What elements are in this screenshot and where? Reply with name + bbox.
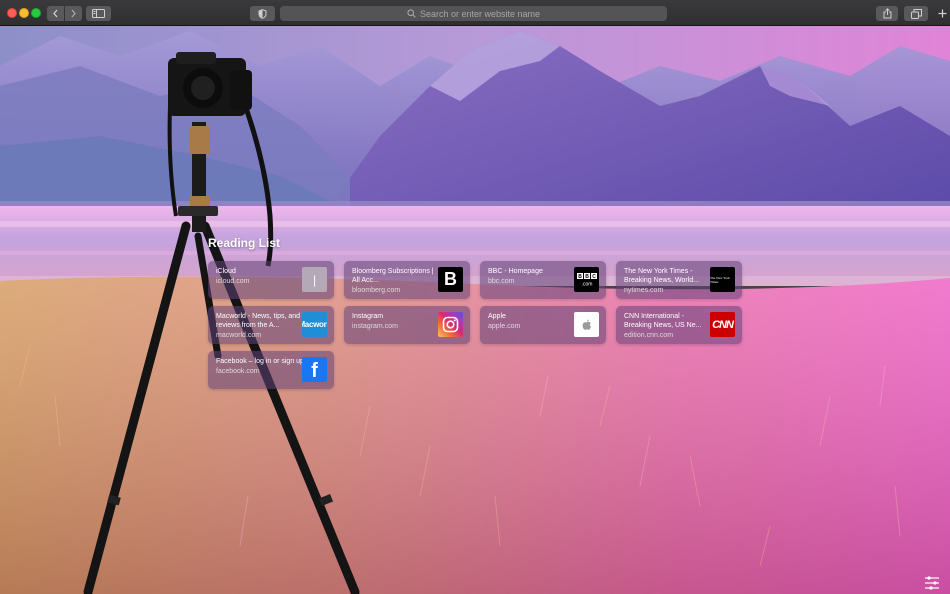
bbc-icon: B B C .com <box>574 267 599 292</box>
item-domain: facebook.com <box>216 368 260 375</box>
customize-start-page-button[interactable] <box>924 576 940 590</box>
item-domain: bbc.com <box>488 278 515 285</box>
reading-list-item[interactable]: Bloomberg Subscriptions | All Acc... blo… <box>344 261 470 299</box>
reading-list-item[interactable]: Facebook – log in or sign up facebook.co… <box>208 351 334 389</box>
reading-list-grid: iCloud icloud.com | Bloomberg Subscripti… <box>208 261 742 389</box>
svg-text:B: B <box>585 274 589 280</box>
tabs-icon <box>910 8 922 19</box>
item-title: Apple <box>488 313 506 320</box>
back-button[interactable] <box>47 6 64 21</box>
share-icon <box>883 8 891 19</box>
cnn-icon: CNN <box>710 312 735 337</box>
search-icon <box>407 9 416 18</box>
svg-text:B: B <box>578 274 582 280</box>
show-all-tabs-button[interactable] <box>904 6 928 21</box>
item-title: Instagram <box>352 313 384 320</box>
zoom-window-button[interactable] <box>31 8 41 18</box>
bloomberg-icon: B <box>438 267 463 292</box>
item-domain: instagram.com <box>352 323 398 330</box>
reading-list-item[interactable]: CNN International - Breaking News, US Ne… <box>616 306 742 344</box>
privacy-report-button[interactable] <box>250 6 275 21</box>
item-domain: nytimes.com <box>624 287 664 294</box>
plus-icon <box>938 9 947 18</box>
chevron-left-icon <box>53 9 58 18</box>
sidebar-toggle-button[interactable] <box>86 6 111 21</box>
new-tab-button[interactable] <box>935 6 950 21</box>
nytimes-icon: The New York Times <box>710 267 735 292</box>
apple-icon <box>574 312 599 337</box>
item-domain: apple.com <box>488 323 521 330</box>
item-title: CNN International - Breaking News, US Ne… <box>624 313 702 329</box>
reading-list-item[interactable]: Macworld - News, tips, and reviews from … <box>208 306 334 344</box>
icloud-icon: | <box>302 267 327 292</box>
shield-icon <box>258 8 267 19</box>
reading-list-item[interactable]: iCloud icloud.com | <box>208 261 334 299</box>
close-window-button[interactable] <box>7 8 17 18</box>
item-title: Facebook – log in or sign up <box>216 358 304 365</box>
item-domain: bloomberg.com <box>352 287 401 294</box>
forward-button[interactable] <box>65 6 82 21</box>
reading-list-item[interactable]: Instagram instagram.com <box>344 306 470 344</box>
item-title: Bloomberg Subscriptions | All Acc... <box>352 268 434 284</box>
address-placeholder: Search or enter website name <box>419 8 541 19</box>
item-domain: macworld.com <box>216 332 262 339</box>
browser-toolbar: Search or enter website name <box>0 0 950 26</box>
chevron-right-icon <box>71 9 76 18</box>
macworld-icon: Macwork <box>302 312 327 337</box>
reading-list-heading: Reading List <box>208 236 281 250</box>
address-bar[interactable]: Search or enter website name <box>280 6 667 21</box>
item-title: Macworld - News, tips, and reviews from … <box>216 313 301 329</box>
item-domain: icloud.com <box>216 278 250 285</box>
minimize-window-button[interactable] <box>19 8 29 18</box>
item-domain: edition.cnn.com <box>624 332 674 339</box>
sidebar-icon <box>92 9 105 18</box>
settings-sliders-icon <box>925 576 939 590</box>
svg-text:C: C <box>592 274 596 280</box>
reading-list-item[interactable]: BBC - Homepage bbc.com B B C .com <box>480 261 606 299</box>
item-title: The New York Times - Breaking News, Worl… <box>624 268 699 284</box>
instagram-icon <box>438 312 463 337</box>
item-title: iCloud <box>216 268 236 275</box>
facebook-icon: f <box>302 357 327 382</box>
item-title: BBC - Homepage <box>488 268 543 275</box>
share-button[interactable] <box>876 6 898 21</box>
reading-list-item[interactable]: The New York Times - Breaking News, Worl… <box>616 261 742 299</box>
svg-text:.com: .com <box>581 281 592 287</box>
reading-list-item[interactable]: Apple apple.com <box>480 306 606 344</box>
